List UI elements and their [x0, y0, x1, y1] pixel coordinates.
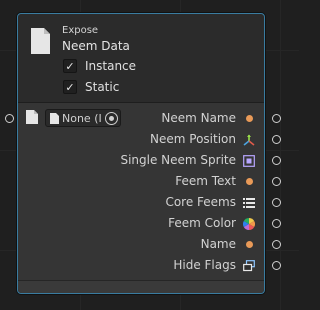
output-name: Name: [18, 234, 281, 255]
output-label: Name: [200, 237, 236, 251]
node-header[interactable]: Expose Neem Data ✓ Instance ✓ Static: [18, 14, 264, 103]
output-feem-text: Feem Text: [18, 171, 281, 192]
output-label: Feem Text: [175, 174, 236, 188]
orange-dot-icon: [246, 115, 253, 122]
output-label: Core Feems: [165, 195, 236, 209]
output-label: Feem Color: [168, 216, 236, 230]
output-port[interactable]: [272, 219, 281, 228]
transform-axes-icon: [243, 134, 255, 146]
orange-dot-icon: [246, 178, 253, 185]
output-label: Single Neem Sprite: [120, 153, 236, 167]
output-neem-name: Neem Name: [18, 108, 281, 129]
output-label: Neem Name: [161, 111, 236, 125]
output-port[interactable]: [272, 177, 281, 186]
node-kind-label: Expose: [62, 25, 99, 36]
flags-icon: [243, 260, 255, 272]
output-port[interactable]: [272, 198, 281, 207]
output-hide-flags: Hide Flags: [18, 255, 281, 276]
output-core-feems: Core Feems: [18, 192, 281, 213]
output-port[interactable]: [272, 135, 281, 144]
output-port[interactable]: [272, 156, 281, 165]
node-title: Neem Data: [62, 39, 130, 53]
list-icon: [243, 198, 255, 208]
output-feem-color: Feem Color: [18, 213, 281, 234]
output-label: Neem Position: [150, 132, 236, 146]
static-toggle[interactable]: ✓ Static: [63, 78, 119, 96]
instance-label: Instance: [85, 59, 137, 73]
static-checkbox[interactable]: ✓: [63, 80, 77, 94]
instance-checkbox[interactable]: ✓: [63, 59, 77, 73]
node-footer: [18, 280, 264, 293]
sprite-icon: [243, 155, 255, 167]
output-port[interactable]: [272, 114, 281, 123]
orange-dot-icon: [246, 241, 253, 248]
input-port[interactable]: [5, 114, 14, 123]
color-wheel-icon: [243, 218, 255, 230]
instance-toggle[interactable]: ✓ Instance: [63, 57, 136, 75]
file-icon: [31, 28, 50, 54]
expose-node[interactable]: Expose Neem Data ✓ Instance ✓ Static Non…: [5, 13, 281, 294]
output-label: Hide Flags: [173, 258, 236, 272]
output-neem-position: Neem Position: [18, 129, 281, 150]
static-label: Static: [85, 80, 120, 94]
output-single-neem-sprite: Single Neem Sprite: [18, 150, 281, 171]
output-port[interactable]: [272, 240, 281, 249]
output-port[interactable]: [272, 261, 281, 270]
